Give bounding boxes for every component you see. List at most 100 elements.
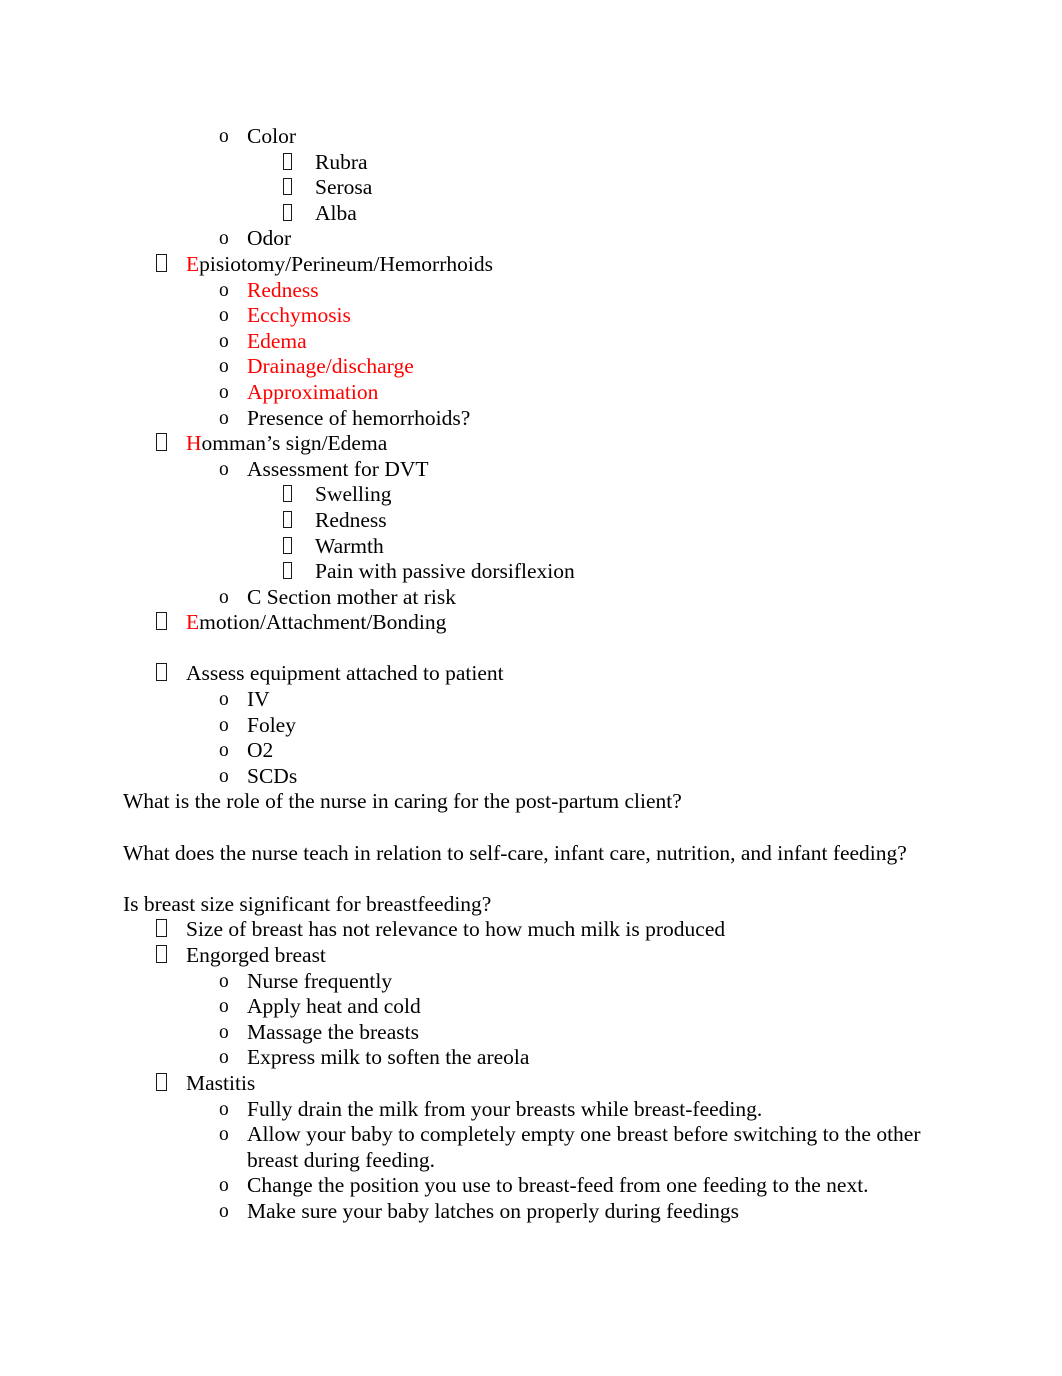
list-item-label: Massage the breasts [247, 1019, 419, 1044]
list-item: o Apply heat and cold [123, 994, 942, 1020]
list-item-label: Alba [315, 200, 357, 225]
wingdings-box-glyph [283, 178, 292, 196]
list-bullet-o-icon: o [219, 356, 229, 378]
list-item-label: Fully drain the milk from your breasts w… [247, 1096, 763, 1121]
list-item-label: Episiotomy/Perineum/Hemorrhoids [186, 252, 942, 278]
list-item-label: Redness [247, 277, 319, 302]
list-bullet-o-icon: o [219, 586, 229, 608]
list-bullet-o-icon: o [219, 1098, 229, 1120]
wingdings-box-glyph [283, 152, 292, 170]
list-item-label: Pain with passive dorsiflexion [315, 559, 575, 584]
list-bullet-box-small-icon [283, 175, 315, 201]
wingdings-box-glyph [283, 562, 292, 580]
mnemonic-letter: H [186, 431, 202, 456]
list-item-label: Assess equipment attached to patient [186, 661, 504, 686]
wingdings-box-glyph [283, 485, 292, 503]
list-item-label: Allow your baby to completely empty one … [247, 1122, 921, 1172]
list-item-label: Presence of hemorrhoids? [247, 405, 471, 430]
paragraph: What is the role of the nurse in caring … [123, 789, 682, 814]
list-item: o Drainage/discharge [123, 354, 942, 380]
wingdings-box-glyph [156, 253, 167, 272]
wingdings-box-glyph [283, 536, 292, 554]
list-bullet-o-icon: o [219, 381, 229, 403]
wingdings-box-glyph [156, 1072, 167, 1091]
list-item: o SCDs [123, 764, 942, 790]
list-item: o Nurse frequently [123, 969, 942, 995]
list-item-label: Assessment for DVT [247, 456, 429, 481]
list-item: Assess equipment attached to patient [123, 661, 942, 687]
list-bullet-o-icon: o [219, 765, 229, 787]
list-bullet-o-icon: o [219, 1124, 229, 1146]
list-bullet-box-small-icon [283, 508, 315, 534]
list-item-label: Odor [247, 226, 292, 251]
list-bullet-o-icon: o [219, 1047, 229, 1069]
list-item: Swelling [123, 482, 942, 508]
list-item-label: C Section mother at risk [247, 584, 456, 609]
list-item: Emotion/Attachment/Bonding [123, 610, 942, 636]
list-bullet-box-small-icon [283, 482, 315, 508]
list-bullet-o-icon: o [219, 458, 229, 480]
list-bullet-box-icon [156, 252, 186, 278]
list-bullet-box-icon [156, 610, 186, 636]
list-bullet-o-icon: o [219, 1200, 229, 1222]
list-item: o Color [123, 124, 942, 150]
list-item: Episiotomy/Perineum/Hemorrhoids [123, 252, 942, 278]
wingdings-box-glyph [283, 510, 292, 528]
list-item: o Assessment for DVT [123, 457, 942, 483]
list-bullet-o-icon: o [219, 228, 229, 250]
list-bullet-o-icon: o [219, 305, 229, 327]
mnemonic-remainder: pisiotomy/Perineum/Hemorrhoids [199, 251, 493, 276]
list-bullet-o-icon: o [219, 689, 229, 711]
list-item: o IV [123, 687, 942, 713]
list-item: Warmth [123, 534, 942, 560]
list-bullet-box-icon [156, 661, 186, 687]
list-bullet-o-icon: o [219, 126, 229, 147]
list-item-label: Size of breast has not relevance to how … [186, 917, 726, 942]
list-item: Engorged breast [123, 943, 942, 969]
list-item-label: Ecchymosis [247, 303, 351, 328]
list-item-label: Foley [247, 712, 296, 737]
list-item: o Change the position you use to breast-f… [123, 1173, 942, 1199]
list-item: Rubra [123, 150, 942, 176]
list-item-label: Color [247, 124, 296, 148]
list-item: o Odor [123, 226, 942, 252]
list-item-label: Apply heat and cold [247, 994, 421, 1019]
wingdings-box-glyph [283, 203, 292, 221]
list-item-label: IV [247, 687, 270, 712]
mnemonic-remainder: motion/Attachment/Bonding [199, 610, 447, 635]
list-item-label: Engorged breast [186, 943, 326, 967]
list-bullet-o-icon: o [219, 714, 229, 736]
list-item-label: O2 [247, 738, 274, 763]
list-item-label: Emotion/Attachment/Bonding [186, 610, 942, 636]
list-item: Mastitis [123, 1071, 942, 1097]
list-item-label: SCDs [247, 763, 298, 788]
list-item-label: Drainage/discharge [247, 354, 414, 379]
list-bullet-box-small-icon [283, 201, 315, 227]
wingdings-box-glyph [156, 612, 167, 631]
list-bullet-o-icon: o [219, 330, 229, 352]
list-item: Size of breast has not relevance to how … [123, 917, 942, 943]
list-item: o Redness [123, 278, 942, 304]
mnemonic-remainder: omman’s sign/Edema [201, 431, 388, 456]
list-item: Alba [123, 201, 942, 227]
list-item-label: Change the position you use to breast-fe… [247, 1173, 869, 1198]
list-item: Homman’s sign/Edema [123, 431, 942, 457]
list-item: Pain with passive dorsiflexion [123, 559, 942, 585]
list-item-label: Mastitis [186, 1070, 256, 1095]
list-bullet-o-icon: o [219, 407, 229, 429]
list-item: o Make sure your baby latches on properly… [123, 1199, 942, 1225]
list-item: o Edema [123, 329, 942, 355]
wingdings-box-glyph [156, 919, 167, 938]
list-item: Redness [123, 508, 942, 534]
list-item: o Foley [123, 713, 942, 739]
list-item-label: Redness [315, 507, 387, 532]
wingdings-box-glyph [156, 945, 167, 963]
list-item: o Ecchymosis [123, 303, 942, 329]
list-bullet-o-icon: o [219, 996, 229, 1018]
wingdings-box-glyph [156, 663, 167, 682]
list-item: o Fully drain the milk from your breasts … [123, 1097, 942, 1123]
list-bullet-o-icon: o [219, 1021, 229, 1043]
